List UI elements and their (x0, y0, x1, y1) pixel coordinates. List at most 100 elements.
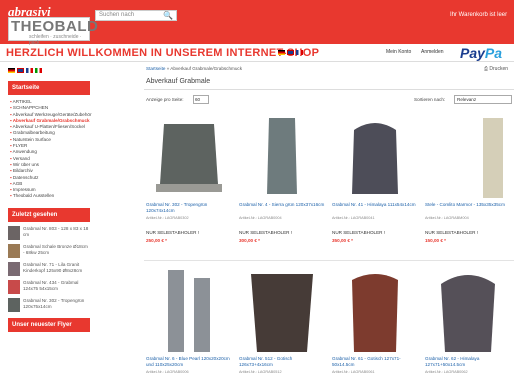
product-pickup-note: NUR SELBSTABHOLER ! (146, 230, 200, 235)
recently-viewed-list: Grabmal Nr. 803 - 128 x 83 x 18 cm Grabma… (8, 225, 90, 312)
product-pickup-note: NUR SELBSTABHOLER ! (425, 230, 479, 235)
language-flags (278, 50, 303, 55)
print-link[interactable]: ⎙ Drucken (484, 66, 508, 72)
sidebar-start-heading[interactable]: Startseite (8, 81, 90, 95)
product-image[interactable] (146, 114, 232, 198)
product-price: 300,00 € * (239, 238, 260, 243)
paypal-logo: PayPa (460, 45, 502, 61)
product-price: 150,00 € * (425, 238, 446, 243)
product-name[interactable]: Grabmal Nr. 41 - Himalaya 111x54x14cm (332, 202, 418, 208)
welcome-heading: HERZLICH WILLKOMMEN IN UNSEREM INTERNET-… (6, 47, 320, 59)
product-image[interactable] (146, 268, 232, 352)
sidebar-item[interactable]: ▪ Theobald Ausstellen (8, 193, 90, 199)
sort-label: Sortieren nach: (414, 97, 446, 102)
sort-select[interactable]: Relevanz (454, 95, 512, 104)
product-pickup-note: NUR SELBSTABHOLER ! (332, 230, 386, 235)
recent-item-label[interactable]: Grabmal Nr. 302 - Tropengrün 120x75x14cm (23, 298, 90, 312)
product-name[interactable]: Grabmal Nr. 61 - Gotisch 127x71-50x14.5c… (332, 356, 418, 367)
product-article-number: Artikel-Nr.: LAGRABM004 (425, 216, 469, 220)
recent-item[interactable]: Grabmal Nr. 434 - Grabmal 124x75 54x15cm (8, 279, 90, 294)
page-title: Abverkauf Grabmale (146, 78, 211, 85)
flag-gb-icon[interactable] (287, 50, 294, 55)
product-article-number: Artikel-Nr.: LAGRAB0004 (239, 216, 282, 220)
per-page-select[interactable]: 60 (193, 95, 209, 104)
sidebar-nav: ▪ ARTIKEL ▪ SCHNAPPCHEN ▪ Abverkauf Werkze… (8, 99, 92, 200)
search-placeholder: Suchen nach (99, 12, 135, 18)
flag-de-icon[interactable] (8, 68, 15, 73)
product-image[interactable] (425, 268, 511, 352)
recent-item[interactable]: Grabmal Nr. 302 - Tropengrün 120x75x14cm (8, 297, 90, 312)
sidebar-item-label: FLYER (12, 143, 28, 149)
sidebar-item-label: Impressum (12, 187, 36, 193)
flag-fr-icon[interactable] (26, 68, 33, 73)
product-article-number: Artikel-Nr.: LAGRAB0006 (146, 370, 189, 374)
sidebar-recent-heading: Zuletzt gesehen (8, 207, 90, 222)
search-input[interactable]: Suchen nach 🔍 (95, 10, 177, 21)
print-label: Drucken (489, 66, 509, 72)
sidebar-item-label: Naturstein Surface (12, 136, 51, 142)
brand-logo[interactable]: THEOBALD schleifen · zuschneide · pack (8, 17, 98, 46)
product-name[interactable]: Grabmal Nr. 4 - Sierra grün 120x37x16cm (239, 202, 325, 208)
search-icon[interactable]: 🔍 (163, 11, 173, 20)
flag-fr-icon[interactable] (296, 50, 303, 55)
account-link[interactable]: Mein Konto (386, 49, 411, 55)
product-name[interactable]: Grabmal Nr. 302 - Tropengrün 120x74x14cm (146, 202, 232, 213)
per-page-label: Anzeige pro Seite: (146, 97, 184, 102)
breadcrumb-home[interactable]: Startseite (146, 66, 165, 71)
product-image[interactable] (332, 268, 418, 352)
paypal-text-a: Pay (460, 45, 485, 61)
recent-thumbnail[interactable] (8, 261, 20, 276)
product-price: 250,00 € * (146, 238, 167, 243)
product-name[interactable]: Grabmal Nr. 62 - Himalaya 127x71+50x14.5… (425, 356, 511, 367)
cart-link[interactable]: Ihr Warenkorb ist leer (450, 12, 507, 18)
flag-gb-icon[interactable] (17, 68, 24, 73)
product-name[interactable]: Grabmal Nr. 6 - Blue Pearl 120x20x20cm u… (146, 356, 232, 367)
product-name[interactable]: Grabmal Nr. 512 - Gotisch 126x73+4x16cm (239, 356, 325, 367)
sidebar-item-label: Abverkauf U-Platten/Fliesen/Sockel (12, 124, 85, 130)
sidebar-item-label: Datenschutz (12, 174, 39, 180)
recent-item-label[interactable]: Grabmal Nr. 434 - Grabmal 124x75 54x15cm (23, 280, 90, 294)
row-divider (144, 260, 514, 261)
sidebar-item-label: Grabmalbearbeitung (12, 130, 55, 136)
sidebar-item-label: Versand (12, 155, 30, 161)
product-image[interactable] (332, 114, 418, 198)
sidebar-item-label: Theobald Ausstellen (12, 193, 55, 199)
sidebar-item-label: ARTIKEL (12, 99, 32, 104)
sidebar-item-label: Wir über uns (12, 161, 39, 167)
product-image[interactable] (239, 268, 325, 352)
recent-thumbnail[interactable] (8, 225, 20, 240)
product-image[interactable] (239, 114, 325, 198)
product-image[interactable] (425, 114, 511, 198)
flag-it-icon[interactable] (35, 68, 42, 73)
product-article-number: Artikel-Nr.: LAGRAB0062 (425, 370, 468, 374)
recent-item[interactable]: Grabmal Schale Bronze Ø18cm - 68kw 25cm (8, 243, 90, 258)
recent-item[interactable]: Grabmal Nr. 803 - 128 x 83 x 18 cm (8, 225, 90, 240)
brand-name: THEOBALD (11, 18, 99, 35)
sidebar-item-label: AGB (12, 180, 23, 186)
sidebar-item-label: SCHNAPPCHEN (12, 105, 49, 111)
paypal-text-b: Pa (484, 45, 503, 61)
recent-item-label[interactable]: Grabmal Nr. 803 - 128 x 83 x 18 cm (23, 226, 90, 240)
product-pickup-note: NUR SELBSTABHOLER ! (239, 230, 293, 235)
welcome-bar: HERZLICH WILLKOMMEN IN UNSEREM INTERNET-… (0, 44, 514, 62)
sidebar-item-label: Abverkauf Werkzeuge/Geräte/Zubehör (12, 111, 92, 117)
product-article-number: Artikel-Nr.: LAGRAB0512 (239, 370, 282, 374)
recent-thumbnail[interactable] (8, 297, 20, 312)
flag-de-icon[interactable] (278, 50, 285, 55)
breadcrumb-current: » Abverkauf Grabmale/Grabschmuck (166, 66, 243, 71)
divider (144, 89, 514, 90)
recent-item-label[interactable]: Grabmal Nr. 71 - Lila Granit Kinderkopf … (23, 262, 90, 276)
login-link[interactable]: Anmelden (421, 49, 444, 55)
product-name[interactable]: Stele - Comlito Marmor - 135x35x35cm (425, 202, 511, 208)
recent-item[interactable]: Grabmal Nr. 71 - Lila Granit Kinderkopf … (8, 261, 90, 276)
recent-thumbnail[interactable] (8, 279, 20, 294)
product-article-number: Artikel-Nr.: LAGRAB0061 (332, 370, 375, 374)
top-header: abrasivi THEOBALD schleifen · zuschneide… (0, 0, 514, 46)
product-article-number: Artikel-Nr.: LAGRAB0302 (146, 216, 189, 220)
product-price: 350,00 € * (332, 238, 353, 243)
sidebar-item-label: Anwendung (12, 149, 37, 155)
recent-item-label[interactable]: Grabmal Schale Bronze Ø18cm - 68kw 25cm (23, 244, 90, 258)
sidebar-flyer-heading[interactable]: Unser neuester Flyer (8, 317, 90, 332)
recent-thumbnail[interactable] (8, 243, 20, 258)
product-article-number: Artikel-Nr.: LAGRAB0041 (332, 216, 375, 220)
